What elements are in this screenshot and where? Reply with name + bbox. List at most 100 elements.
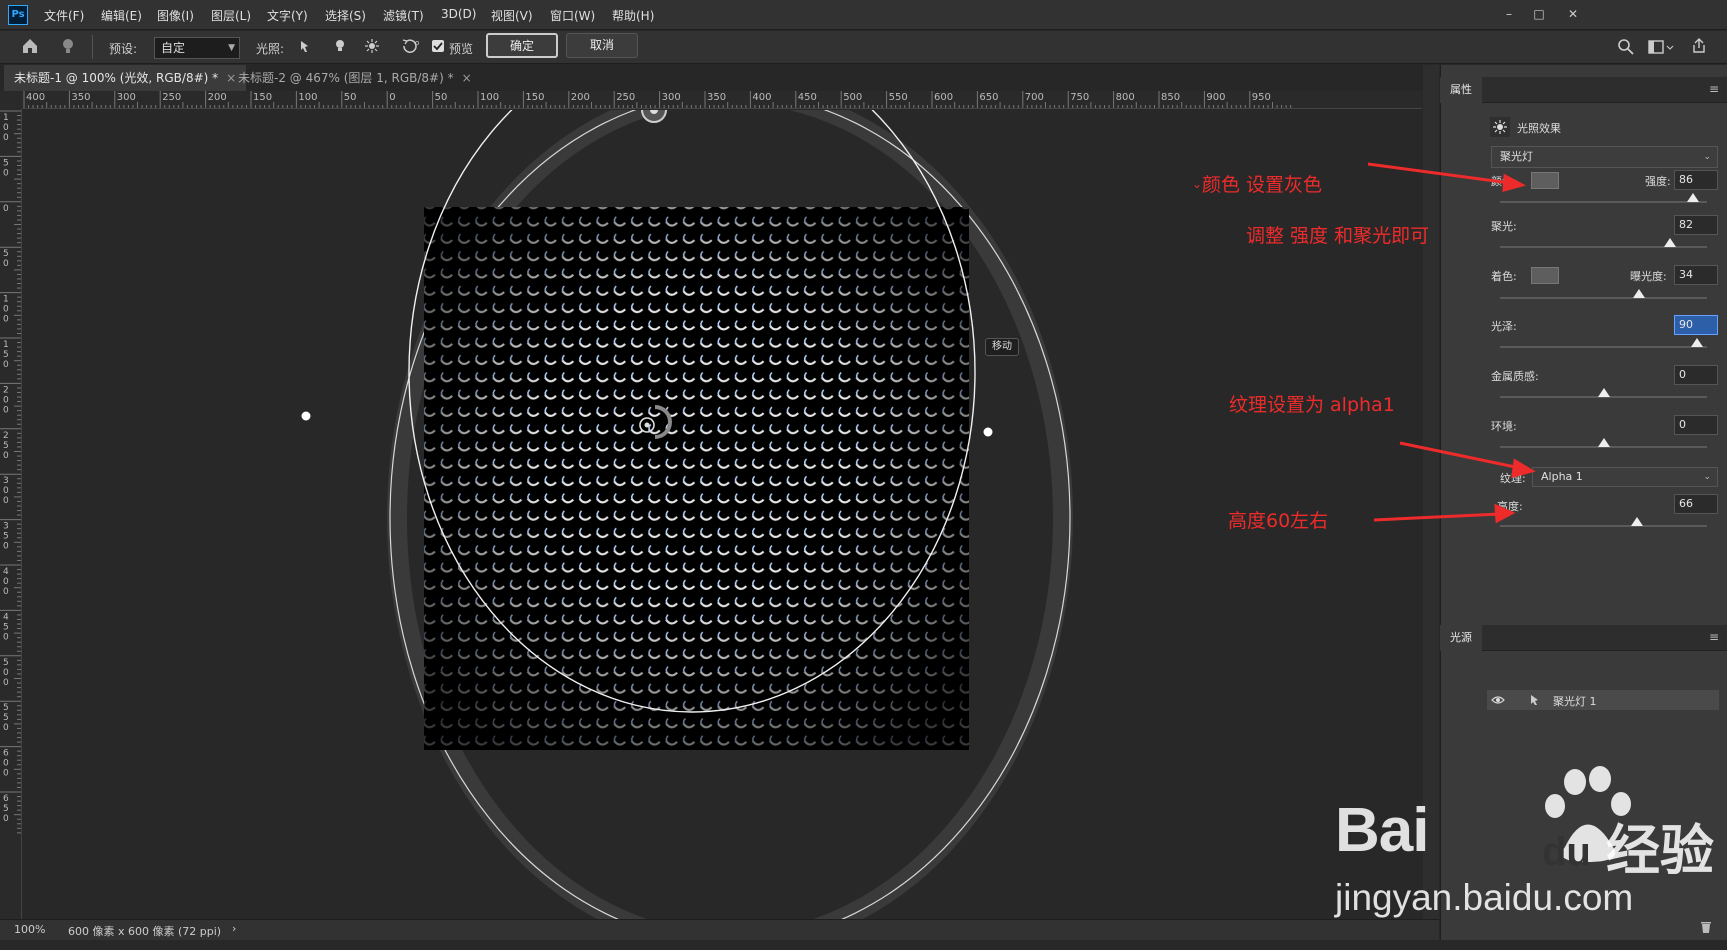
status-menu-arrow[interactable]: › bbox=[232, 922, 236, 935]
menu-bar: Ps 文件(F) 编辑(E) 图像(I) 图层(L) 文字(Y) 选择(S) 滤… bbox=[0, 0, 1727, 30]
light-list-item[interactable]: 聚光灯 1 bbox=[1487, 690, 1719, 710]
maximize-icon[interactable]: □ bbox=[1526, 4, 1552, 24]
menu-layer[interactable]: 图层(L) bbox=[211, 7, 251, 24]
photoshop-logo-icon: Ps bbox=[8, 5, 28, 25]
point-light-icon[interactable] bbox=[332, 38, 348, 54]
panel-menu-icon[interactable]: ≡ bbox=[1709, 630, 1719, 644]
exposure-slider-thumb[interactable] bbox=[1632, 289, 1645, 298]
metallic-field[interactable]: 0 bbox=[1674, 365, 1718, 385]
ruler-tick-label: 100 bbox=[3, 295, 9, 325]
menu-select[interactable]: 选择(S) bbox=[325, 7, 366, 24]
menu-view[interactable]: 视图(V) bbox=[491, 7, 533, 24]
chevron-down-icon: ⌄ bbox=[1703, 152, 1711, 162]
light-bulb-icon bbox=[63, 39, 73, 53]
menu-window[interactable]: 窗口(W) bbox=[550, 7, 595, 24]
preset-select[interactable]: 自定 ▼ bbox=[154, 37, 240, 59]
ruler-tick-label: 800 bbox=[1116, 92, 1135, 103]
height-slider-thumb[interactable] bbox=[1630, 517, 1643, 526]
ruler-tick-label: 550 bbox=[3, 703, 9, 733]
light-center-dot bbox=[644, 422, 650, 428]
tab-properties[interactable]: 属性 bbox=[1440, 77, 1482, 103]
ok-button[interactable]: 确定 bbox=[486, 33, 558, 58]
eye-icon[interactable] bbox=[1491, 694, 1505, 706]
home-icon[interactable] bbox=[20, 36, 40, 56]
ruler-tick-label: 550 bbox=[889, 92, 908, 103]
watermark-url: jingyan.baidu.com bbox=[1335, 877, 1634, 918]
ambience-field[interactable]: 0 bbox=[1674, 415, 1718, 435]
ruler-tick-label: 200 bbox=[208, 92, 227, 103]
height-field[interactable]: 66 bbox=[1674, 494, 1718, 514]
spotlight-icon[interactable] bbox=[298, 38, 314, 54]
tab-lights[interactable]: 光源 bbox=[1440, 625, 1482, 651]
ellipse-handle-left[interactable] bbox=[301, 411, 311, 421]
intensity-slider-thumb[interactable] bbox=[1686, 193, 1699, 202]
canvas-area[interactable]: 移动 bbox=[22, 110, 1422, 919]
ruler-tick-label: 50 bbox=[344, 92, 357, 103]
ruler-tick-label: 350 bbox=[707, 92, 726, 103]
ruler-tick-label: 50 bbox=[3, 249, 9, 269]
menu-3d[interactable]: 3D(D) bbox=[441, 7, 476, 21]
cancel-button[interactable]: 取消 bbox=[566, 33, 638, 58]
tab-close-icon[interactable]: × bbox=[462, 71, 472, 85]
texture-select[interactable]: Alpha 1 ⌄ bbox=[1532, 467, 1718, 487]
ruler-tick-label: 100 bbox=[3, 113, 9, 143]
search-icon[interactable] bbox=[1617, 38, 1635, 56]
ruler-tick-label: 300 bbox=[3, 476, 9, 506]
ruler-tick-label: 450 bbox=[3, 612, 9, 642]
annotation-height: 高度60左右 bbox=[1228, 510, 1329, 532]
ruler-tick-label: 200 bbox=[3, 385, 9, 415]
ruler-tick-label: 600 bbox=[934, 92, 953, 103]
ruler-tick-label: 150 bbox=[3, 340, 9, 370]
vertical-ruler: 1005005010015020025030035040045050055060… bbox=[0, 109, 22, 919]
watermark-brand: Bai bbox=[1335, 796, 1429, 865]
ambience-slider-thumb[interactable] bbox=[1597, 438, 1610, 447]
gloss-field[interactable]: 90 bbox=[1674, 315, 1718, 335]
menu-type[interactable]: 文字(Y) bbox=[267, 7, 308, 24]
metallic-slider-thumb[interactable] bbox=[1597, 388, 1610, 397]
ruler-tick-label: 0 bbox=[3, 204, 9, 214]
menu-help[interactable]: 帮助(H) bbox=[612, 7, 654, 24]
ruler-tick-label: 250 bbox=[162, 92, 181, 103]
close-icon[interactable]: ✕ bbox=[1560, 4, 1586, 24]
ruler-tick-label: 50 bbox=[435, 92, 448, 103]
menu-image[interactable]: 图像(I) bbox=[157, 7, 194, 24]
ruler-tick-label: 400 bbox=[752, 92, 771, 103]
menu-edit[interactable]: 编辑(E) bbox=[101, 7, 142, 24]
checkmark-icon bbox=[433, 42, 443, 51]
panel-menu-icon[interactable]: ≡ bbox=[1709, 82, 1719, 96]
move-tooltip: 移动 bbox=[985, 338, 1019, 356]
ruler-tick-label: 500 bbox=[843, 92, 862, 103]
chevron-down-icon: ▼ bbox=[228, 43, 235, 53]
menu-filter[interactable]: 滤镜(T) bbox=[383, 7, 424, 24]
svg-text:o: o bbox=[415, 39, 419, 47]
share-icon[interactable] bbox=[1690, 37, 1708, 55]
menu-file[interactable]: 文件(F) bbox=[44, 7, 84, 24]
watermark-brand-du: du bbox=[1542, 830, 1591, 874]
exposure-field[interactable]: 34 bbox=[1674, 265, 1718, 285]
ruler-tick-label: 650 bbox=[979, 92, 998, 103]
ruler-tick-label: 150 bbox=[525, 92, 544, 103]
ruler-tick-label: 0 bbox=[389, 92, 395, 103]
preview-checkbox[interactable] bbox=[432, 40, 444, 52]
hotspot-field[interactable]: 82 bbox=[1674, 215, 1718, 235]
tab-document-2[interactable]: 未标题-2 @ 467% (图层 1, RGB/8#) * × bbox=[228, 65, 482, 91]
ellipse-handle-right[interactable] bbox=[983, 427, 993, 437]
chevron-down-icon: ⌄ bbox=[1703, 472, 1711, 482]
reset-icon[interactable]: o bbox=[400, 37, 422, 55]
tab-document-1[interactable]: 未标题-1 @ 100% (光效, RGB/8#) * × bbox=[4, 65, 247, 91]
intensity-field[interactable]: 86 bbox=[1674, 170, 1718, 190]
gloss-slider-thumb[interactable] bbox=[1690, 338, 1703, 347]
canvas-svg bbox=[301, 110, 1073, 919]
light-item-label: 聚光灯 1 bbox=[1553, 695, 1597, 708]
intensity-label: 强度: bbox=[1645, 175, 1671, 188]
minimize-icon[interactable]: – bbox=[1496, 4, 1522, 24]
infinite-light-icon[interactable] bbox=[364, 38, 380, 54]
zoom-level[interactable]: 100% bbox=[14, 923, 45, 936]
exposure-label: 曝光度: bbox=[1630, 270, 1667, 283]
ruler-tick-label: 600 bbox=[3, 749, 9, 779]
workspace-icon[interactable] bbox=[1648, 39, 1674, 55]
preview-label: 预览 bbox=[449, 42, 474, 56]
ruler-tick-label: 200 bbox=[571, 92, 590, 103]
hotspot-slider-thumb[interactable] bbox=[1663, 238, 1676, 247]
annotation-color: 颜色 设置灰色 bbox=[1202, 174, 1323, 196]
